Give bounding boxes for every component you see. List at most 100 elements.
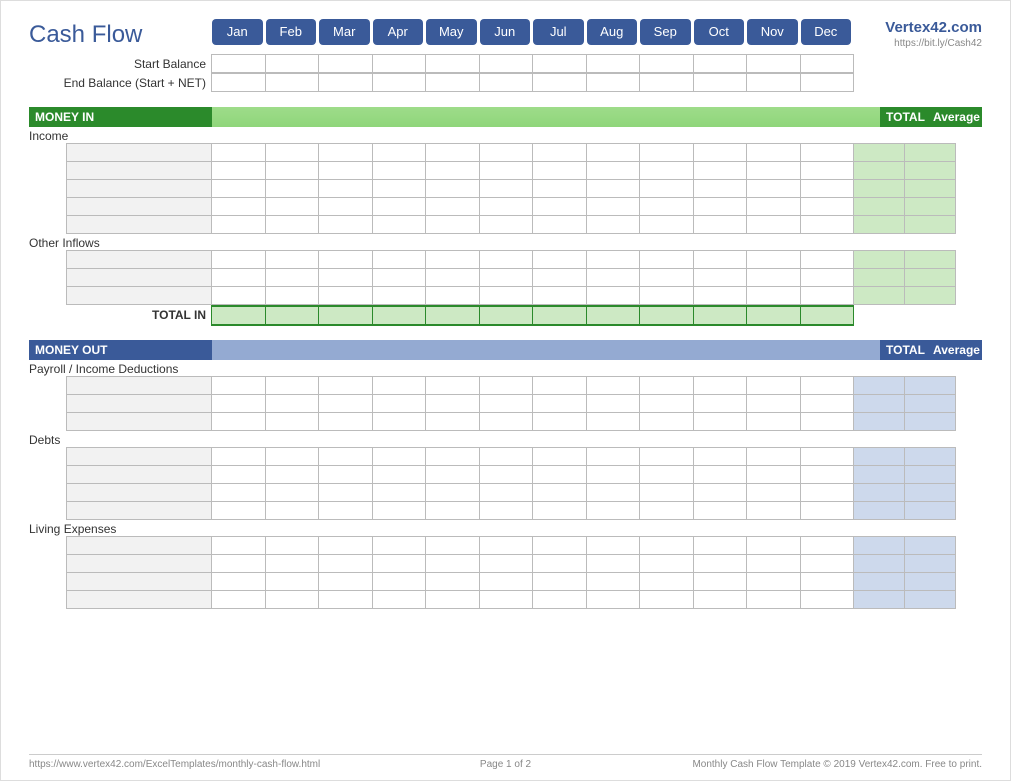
data-cell[interactable] <box>265 268 320 287</box>
data-cell[interactable] <box>746 501 801 520</box>
data-cell[interactable] <box>211 501 266 520</box>
data-cell[interactable] <box>639 501 694 520</box>
data-cell[interactable] <box>586 286 641 305</box>
balance-cell[interactable] <box>479 54 534 73</box>
data-cell[interactable] <box>211 250 266 269</box>
data-cell[interactable] <box>586 572 641 591</box>
data-cell[interactable] <box>372 501 427 520</box>
data-cell[interactable] <box>800 286 855 305</box>
data-cell[interactable] <box>265 179 320 198</box>
data-cell[interactable] <box>425 447 480 466</box>
data-cell[interactable] <box>800 572 855 591</box>
data-cell[interactable] <box>372 394 427 413</box>
data-cell[interactable] <box>372 572 427 591</box>
data-cell[interactable] <box>639 376 694 395</box>
data-cell[interactable] <box>211 179 266 198</box>
data-cell[interactable] <box>586 268 641 287</box>
data-cell[interactable] <box>211 161 266 180</box>
data-cell[interactable] <box>532 412 587 431</box>
data-cell[interactable] <box>211 554 266 573</box>
data-cell[interactable] <box>425 286 480 305</box>
data-cell[interactable] <box>265 143 320 162</box>
data-cell[interactable] <box>639 143 694 162</box>
data-cell[interactable] <box>532 197 587 216</box>
data-cell[interactable] <box>586 447 641 466</box>
data-cell[interactable] <box>586 394 641 413</box>
data-cell[interactable] <box>800 590 855 609</box>
data-cell[interactable] <box>372 376 427 395</box>
data-cell[interactable] <box>693 394 748 413</box>
data-cell[interactable] <box>639 483 694 502</box>
data-cell[interactable] <box>532 465 587 484</box>
data-cell[interactable] <box>693 554 748 573</box>
data-cell[interactable] <box>318 447 373 466</box>
data-cell[interactable] <box>318 554 373 573</box>
data-cell[interactable] <box>746 394 801 413</box>
data-cell[interactable] <box>318 483 373 502</box>
balance-cell[interactable] <box>746 54 801 73</box>
data-cell[interactable] <box>425 268 480 287</box>
data-cell[interactable] <box>693 250 748 269</box>
month-button[interactable]: Dec <box>801 19 852 45</box>
data-cell[interactable] <box>479 572 534 591</box>
data-cell[interactable] <box>211 376 266 395</box>
balance-cell[interactable] <box>586 73 641 92</box>
data-cell[interactable] <box>318 412 373 431</box>
data-cell[interactable] <box>479 412 534 431</box>
data-cell[interactable] <box>586 590 641 609</box>
data-cell[interactable] <box>372 161 427 180</box>
data-cell[interactable] <box>800 197 855 216</box>
data-cell[interactable] <box>318 501 373 520</box>
data-cell[interactable] <box>693 286 748 305</box>
row-name-cell[interactable] <box>66 250 212 269</box>
data-cell[interactable] <box>746 572 801 591</box>
month-button[interactable]: Aug <box>587 19 638 45</box>
data-cell[interactable] <box>372 143 427 162</box>
data-cell[interactable] <box>800 447 855 466</box>
data-cell[interactable] <box>211 447 266 466</box>
row-name-cell[interactable] <box>66 536 212 555</box>
data-cell[interactable] <box>372 536 427 555</box>
data-cell[interactable] <box>425 250 480 269</box>
data-cell[interactable] <box>746 554 801 573</box>
data-cell[interactable] <box>532 268 587 287</box>
data-cell[interactable] <box>639 412 694 431</box>
data-cell[interactable] <box>746 143 801 162</box>
balance-cell[interactable] <box>318 54 373 73</box>
data-cell[interactable] <box>479 501 534 520</box>
data-cell[interactable] <box>586 501 641 520</box>
data-cell[interactable] <box>532 143 587 162</box>
data-cell[interactable] <box>211 412 266 431</box>
data-cell[interactable] <box>800 268 855 287</box>
data-cell[interactable] <box>693 143 748 162</box>
data-cell[interactable] <box>265 376 320 395</box>
data-cell[interactable] <box>532 536 587 555</box>
data-cell[interactable] <box>479 268 534 287</box>
row-name-cell[interactable] <box>66 394 212 413</box>
data-cell[interactable] <box>693 483 748 502</box>
data-cell[interactable] <box>479 161 534 180</box>
data-cell[interactable] <box>532 250 587 269</box>
data-cell[interactable] <box>586 465 641 484</box>
data-cell[interactable] <box>800 536 855 555</box>
data-cell[interactable] <box>425 394 480 413</box>
data-cell[interactable] <box>746 250 801 269</box>
data-cell[interactable] <box>746 536 801 555</box>
data-cell[interactable] <box>800 376 855 395</box>
data-cell[interactable] <box>479 465 534 484</box>
data-cell[interactable] <box>479 215 534 234</box>
balance-cell[interactable] <box>639 73 694 92</box>
row-name-cell[interactable] <box>66 376 212 395</box>
row-name-cell[interactable] <box>66 412 212 431</box>
balance-cell[interactable] <box>425 73 480 92</box>
data-cell[interactable] <box>639 250 694 269</box>
data-cell[interactable] <box>211 536 266 555</box>
data-cell[interactable] <box>265 501 320 520</box>
data-cell[interactable] <box>372 447 427 466</box>
month-button[interactable]: May <box>426 19 477 45</box>
data-cell[interactable] <box>639 179 694 198</box>
data-cell[interactable] <box>800 483 855 502</box>
data-cell[interactable] <box>800 501 855 520</box>
data-cell[interactable] <box>372 554 427 573</box>
data-cell[interactable] <box>800 465 855 484</box>
